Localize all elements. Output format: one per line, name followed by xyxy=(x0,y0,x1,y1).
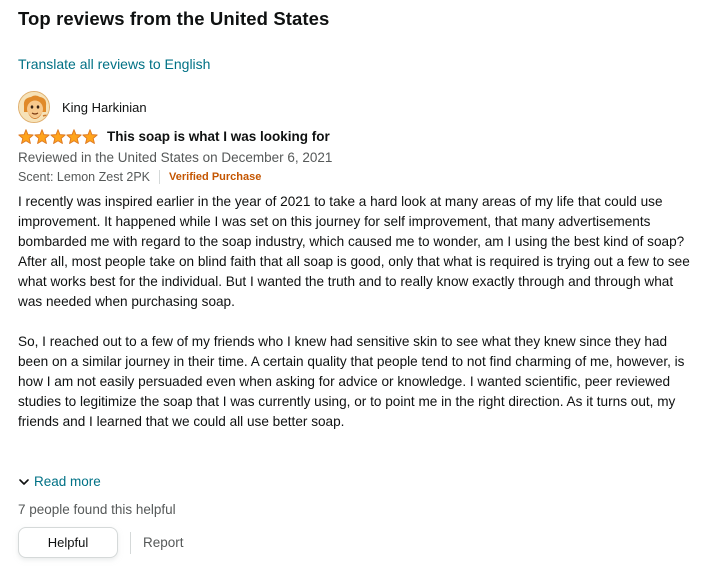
star-icon xyxy=(18,129,34,144)
verified-purchase-badge: Verified Purchase xyxy=(169,171,262,183)
star-icon xyxy=(66,129,82,144)
read-more-toggle[interactable]: Read more xyxy=(18,474,101,489)
helpful-count: 7 people found this helpful xyxy=(18,502,176,517)
reviewer-avatar[interactable] xyxy=(18,91,50,123)
review-paragraph: So, I reached out to a few of my friends… xyxy=(18,334,685,429)
chevron-down-icon xyxy=(18,476,30,488)
section-heading: Top reviews from the United States xyxy=(18,8,330,29)
meta-divider xyxy=(159,170,161,184)
scent-variant-link[interactable]: Scent: Lemon Zest 2PK xyxy=(18,170,150,184)
star-icon xyxy=(50,129,66,144)
review-title[interactable]: This soap is what I was looking for xyxy=(107,129,330,144)
reviewer-profile[interactable]: King Harkinian xyxy=(18,91,147,123)
review-paragraph: After all, most people take on blind fai… xyxy=(18,254,690,309)
helpful-button[interactable]: Helpful xyxy=(18,527,118,558)
star-icon xyxy=(82,129,98,144)
action-divider xyxy=(130,531,131,554)
read-more-label[interactable]: Read more xyxy=(34,474,101,489)
review-paragraph: I recently was inspired earlier in the y… xyxy=(18,194,685,249)
review-actions: Helpful Report xyxy=(18,527,184,558)
report-link[interactable]: Report xyxy=(143,535,184,550)
star-rating[interactable] xyxy=(18,129,98,144)
reviewer-name[interactable]: King Harkinian xyxy=(62,100,147,115)
review-body: I recently was inspired earlier in the y… xyxy=(18,192,698,432)
star-icon xyxy=(34,129,50,144)
translate-reviews-link[interactable]: Translate all reviews to English xyxy=(18,56,210,72)
review-meta: Scent: Lemon Zest 2PK Verified Purchase xyxy=(18,170,261,184)
rating-row: This soap is what I was looking for xyxy=(18,129,330,144)
review-date: Reviewed in the United States on Decembe… xyxy=(18,150,333,165)
